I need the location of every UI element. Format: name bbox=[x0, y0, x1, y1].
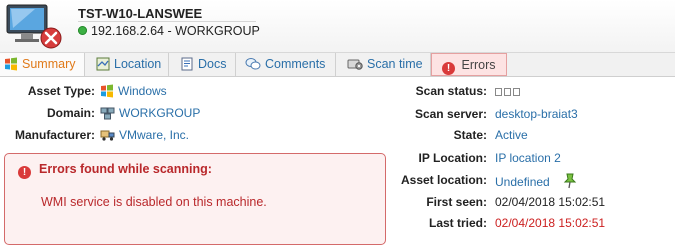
tab-comments-label: Comments bbox=[265, 57, 326, 71]
tab-docs-label: Docs bbox=[198, 57, 227, 71]
asset-location-label: Asset location: bbox=[400, 173, 487, 187]
first-seen-label: First seen: bbox=[426, 195, 487, 209]
asset-location-link[interactable]: Undefined bbox=[495, 175, 550, 189]
asset-type-row: Asset Type: bbox=[0, 82, 95, 100]
manufacturer-row: Manufacturer: bbox=[0, 126, 95, 144]
scanner-gear-icon bbox=[347, 59, 363, 70]
manufacturer-link[interactable]: VMware, Inc. bbox=[119, 128, 189, 142]
tab-scan-time[interactable]: Scan time bbox=[336, 53, 431, 76]
scan-server-label: Scan server: bbox=[414, 107, 487, 121]
truck-icon bbox=[100, 130, 115, 141]
status-square-icon bbox=[495, 88, 502, 96]
windows-logo-icon bbox=[5, 57, 17, 71]
domain-link[interactable]: WORKGROUP bbox=[119, 106, 200, 120]
asset-type-label: Asset Type: bbox=[27, 84, 95, 98]
domain-row: Domain: bbox=[0, 104, 95, 122]
tab-scan-time-label: Scan time bbox=[367, 57, 423, 71]
windows-logo-icon bbox=[101, 84, 113, 98]
last-tried-label: Last tried: bbox=[428, 216, 487, 230]
ip-workgroup-text: 192.168.2.64 - WORKGROUP bbox=[91, 24, 260, 38]
tab-docs[interactable]: Docs bbox=[169, 53, 236, 76]
tab-errors[interactable]: ! Errors bbox=[431, 53, 507, 76]
manufacturer-value[interactable]: VMware, Inc. bbox=[100, 126, 189, 144]
asset-location-value[interactable]: Undefined bbox=[495, 173, 577, 189]
first-seen-value: 02/04/2018 15:02:51 bbox=[495, 195, 606, 209]
scan-server-link[interactable]: desktop-braiat3 bbox=[495, 107, 578, 121]
asset-ip-workgroup: 192.168.2.64 - WORKGROUP bbox=[78, 24, 260, 38]
last-tried-value: 02/04/2018 15:02:51 bbox=[495, 216, 606, 230]
error-icon: ! bbox=[18, 166, 31, 179]
ip-location-label: IP Location: bbox=[418, 151, 487, 165]
errors-title-text: Errors found while scanning: bbox=[39, 162, 212, 176]
status-square-icon bbox=[513, 88, 520, 96]
chat-bubbles-icon bbox=[245, 58, 261, 70]
state-label: State: bbox=[453, 128, 487, 142]
tab-errors-label: Errors bbox=[461, 58, 496, 72]
document-icon bbox=[181, 57, 193, 71]
asset-header: TST-W10-LANSWEE 192.168.2.64 - WORKGROUP bbox=[0, 0, 675, 52]
online-status-icon bbox=[78, 26, 87, 35]
scan-errors-panel: ! Errors found while scanning: WMI servic… bbox=[4, 153, 386, 245]
asset-type-link[interactable]: Windows bbox=[118, 84, 167, 98]
workgroup-icon bbox=[100, 107, 115, 120]
tab-summary-label: Summary bbox=[22, 57, 76, 71]
header-divider bbox=[78, 21, 256, 22]
scan-status-indicators bbox=[495, 84, 522, 98]
scan-status-label: Scan status: bbox=[415, 84, 487, 98]
status-square-icon bbox=[504, 88, 511, 96]
error-icon: ! bbox=[442, 62, 455, 75]
tab-summary[interactable]: Summary bbox=[0, 53, 85, 76]
pushpin-icon[interactable] bbox=[563, 173, 577, 189]
domain-value[interactable]: WORKGROUP bbox=[100, 104, 200, 122]
state-link[interactable]: Active bbox=[495, 128, 528, 142]
asset-name: TST-W10-LANSWEE bbox=[78, 6, 203, 21]
tab-location-label: Location bbox=[114, 57, 162, 71]
error-message: WMI service is disabled on this machine. bbox=[41, 195, 267, 209]
manufacturer-label: Manufacturer: bbox=[14, 128, 95, 142]
ip-location-link[interactable]: IP location 2 bbox=[495, 151, 561, 165]
asset-type-value[interactable]: Windows bbox=[100, 82, 167, 100]
map-icon bbox=[96, 57, 110, 71]
computer-offline-icon bbox=[6, 4, 62, 49]
tab-comments[interactable]: Comments bbox=[236, 53, 336, 76]
tab-location[interactable]: Location bbox=[85, 53, 169, 76]
tab-bar: Summary Location Docs Comments Scan time… bbox=[0, 52, 675, 77]
errors-title: ! Errors found while scanning: bbox=[18, 162, 212, 179]
domain-label: Domain: bbox=[47, 106, 95, 120]
